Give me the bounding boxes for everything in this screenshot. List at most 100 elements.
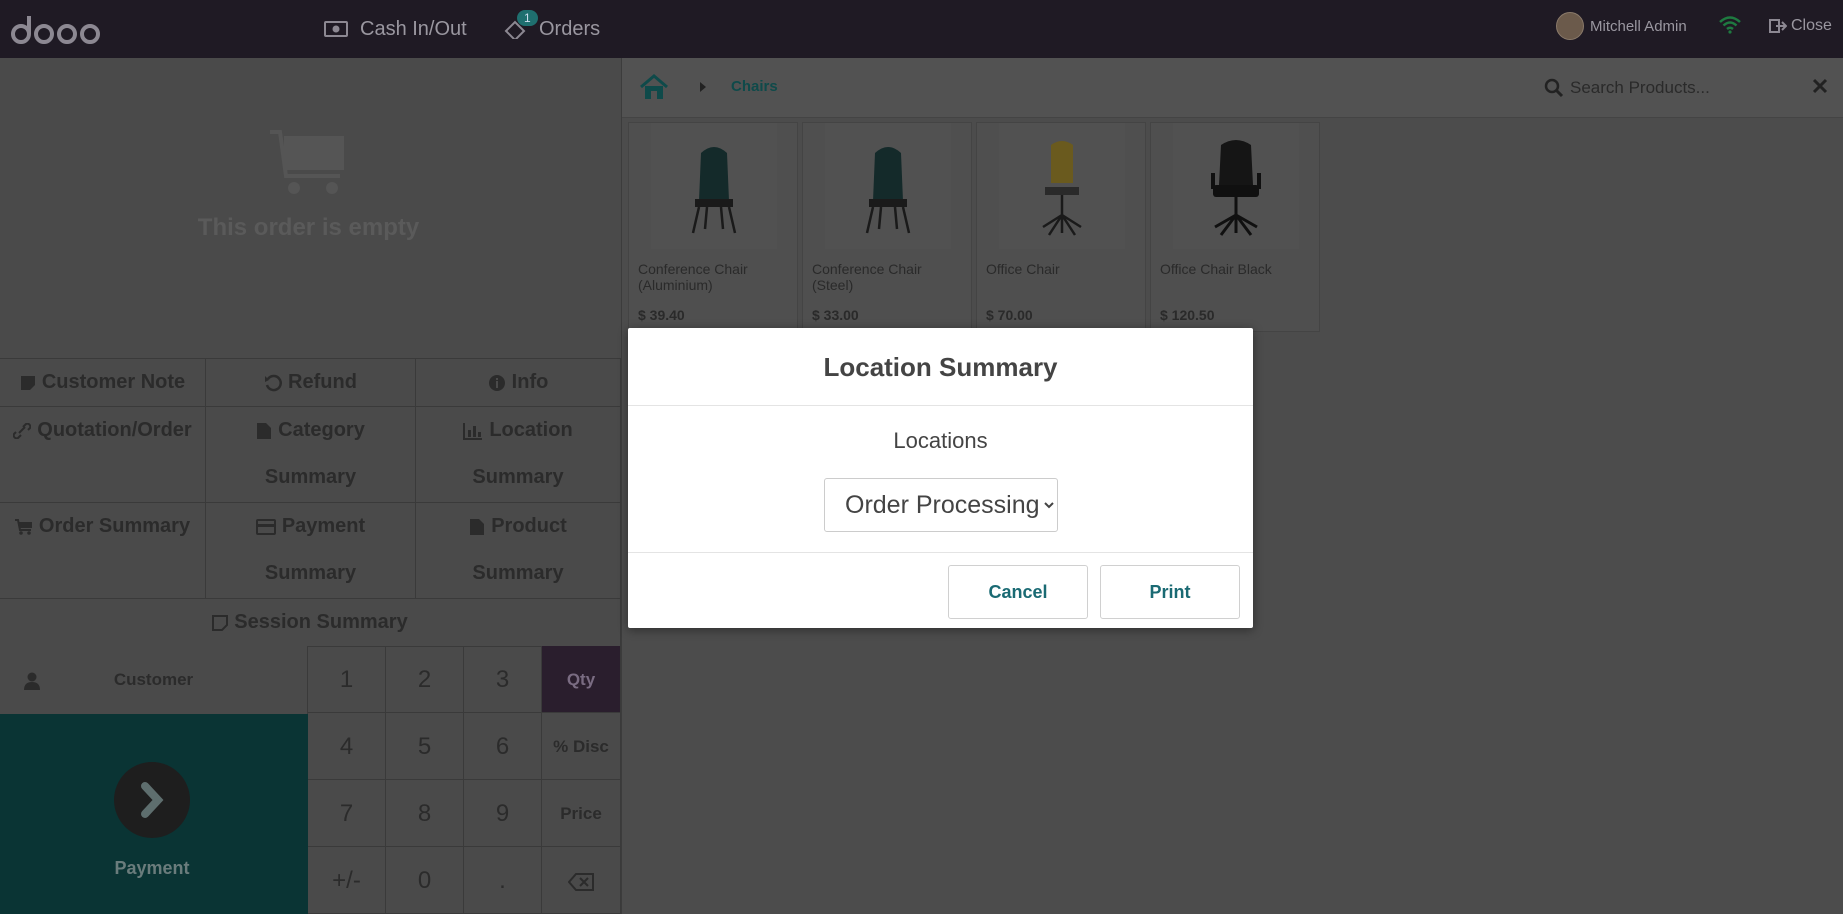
- payment-summary-label: Payment: [281, 515, 366, 537]
- cash-in-out-button[interactable]: Cash In/Out: [324, 0, 467, 58]
- product-price: $ 70.00: [986, 307, 1033, 323]
- location-select[interactable]: Order Processing: [824, 478, 1058, 532]
- cart-icon: [14, 518, 32, 535]
- product-image: [825, 123, 951, 249]
- link-icon: [12, 422, 32, 439]
- print-button[interactable]: Print: [1100, 565, 1240, 619]
- customer-note-button[interactable]: Customer Note: [0, 359, 206, 407]
- chair-image: [1211, 140, 1261, 236]
- file-icon: [470, 518, 485, 535]
- category-summary-label-2: Summary: [264, 466, 357, 488]
- location-summary-label-2: Summary: [472, 466, 564, 488]
- location-summary-button[interactable]: Location Summary: [416, 407, 621, 503]
- chair-image: [865, 147, 911, 234]
- info-icon: [488, 374, 505, 391]
- avatar: [1556, 12, 1584, 40]
- shopping-cart-icon: [270, 130, 344, 194]
- numpad-key-6[interactable]: 6: [464, 713, 542, 780]
- backspace-icon: [567, 872, 594, 891]
- odoo-logo: [11, 16, 100, 44]
- sign-out-icon: [1769, 19, 1787, 33]
- product-summary-button[interactable]: Product Summary: [416, 503, 621, 599]
- wifi-icon: [1719, 16, 1741, 34]
- location-summary-dialog: Location Summary Locations Order Process…: [628, 328, 1253, 628]
- numpad-key-9[interactable]: 9: [464, 780, 542, 847]
- product-card[interactable]: Office Chair $ 70.00: [976, 122, 1146, 332]
- cancel-button[interactable]: Cancel: [948, 565, 1088, 619]
- bar-chart-icon: [463, 422, 483, 440]
- session-summary-label: Session Summary: [234, 611, 408, 633]
- customer-button[interactable]: Customer: [0, 646, 308, 714]
- payment-button[interactable]: Payment: [0, 714, 308, 914]
- cash-in-out-label: Cash In/Out: [360, 17, 467, 40]
- breadcrumb-category-chairs[interactable]: Chairs: [731, 78, 778, 95]
- top-navbar: Cash In/Out 1 Orders Mitchell Admin Clos…: [0, 0, 1843, 58]
- payment-circle: [114, 762, 190, 838]
- product-name: Office Chair: [986, 261, 1060, 277]
- numpad-key-0[interactable]: 0: [386, 847, 464, 914]
- chair-image: [1042, 141, 1082, 236]
- product-summary-label: Product: [491, 515, 567, 537]
- note-icon: [20, 375, 35, 390]
- numpad-key-plus-minus[interactable]: +/-: [308, 847, 386, 914]
- orders-button[interactable]: 1 Orders: [503, 0, 600, 58]
- product-image: [999, 123, 1125, 249]
- quotation-order-label: Quotation/Order: [37, 419, 192, 441]
- refund-label: Refund: [288, 371, 357, 393]
- chevron-right-icon: [141, 782, 164, 818]
- product-card[interactable]: Conference Chair (Steel) $ 33.00: [802, 122, 972, 332]
- session-summary-button[interactable]: Session Summary: [0, 599, 621, 647]
- control-buttons: Customer Note Refund Info Quotation/Orde…: [0, 358, 621, 647]
- product-image: [1173, 123, 1299, 249]
- numpad-key-decimal[interactable]: .: [464, 847, 542, 914]
- order-empty-area: This order is empty: [0, 58, 621, 358]
- numpad-key-7[interactable]: 7: [308, 780, 386, 847]
- order-panel: This order is empty Customer Note Refund…: [0, 58, 621, 914]
- numpad-key-8[interactable]: 8: [386, 780, 464, 847]
- mode-qty-button[interactable]: Qty: [542, 646, 621, 713]
- mode-price-button[interactable]: Price: [542, 780, 621, 847]
- numpad-key-3[interactable]: 3: [464, 646, 542, 713]
- numpad-key-4[interactable]: 4: [308, 713, 386, 780]
- numpad-key-5[interactable]: 5: [386, 713, 464, 780]
- category-summary-button[interactable]: Category Summary: [206, 407, 416, 503]
- sticky-note-icon: [212, 614, 229, 631]
- home-icon[interactable]: [639, 74, 669, 100]
- payment-summary-button[interactable]: Payment Summary: [206, 503, 416, 599]
- info-button[interactable]: Info: [416, 359, 621, 407]
- info-label: Info: [511, 371, 549, 393]
- product-name: Office Chair Black: [1160, 261, 1272, 277]
- chair-image: [691, 147, 737, 234]
- orders-label: Orders: [539, 17, 601, 40]
- order-summary-button[interactable]: Order Summary: [0, 503, 206, 599]
- refund-button[interactable]: Refund: [206, 359, 416, 407]
- product-card[interactable]: Conference Chair (Aluminium) $ 39.40: [628, 122, 798, 332]
- order-empty-text: This order is empty: [197, 214, 420, 241]
- product-card[interactable]: Office Chair Black $ 120.50: [1150, 122, 1320, 332]
- file-icon: [257, 422, 272, 439]
- user-menu[interactable]: Mitchell Admin: [1556, 0, 1687, 52]
- order-summary-label: Order Summary: [38, 515, 191, 537]
- quotation-order-button[interactable]: Quotation/Order: [0, 407, 206, 503]
- customer-label: Customer: [113, 670, 194, 689]
- numpad-key-2[interactable]: 2: [386, 646, 464, 713]
- customer-note-label: Customer Note: [41, 371, 186, 393]
- dialog-footer: Cancel Print: [628, 552, 1253, 628]
- category-summary-label: Category: [278, 419, 365, 441]
- user-name: Mitchell Admin: [1590, 17, 1687, 35]
- product-price: $ 120.50: [1160, 307, 1215, 323]
- search-products-input[interactable]: [1570, 70, 1770, 106]
- close-session-button[interactable]: Close: [1769, 0, 1832, 52]
- breadcrumb: Chairs: [622, 58, 1843, 118]
- close-icon[interactable]: [1812, 78, 1828, 94]
- payment-summary-label-2: Summary: [264, 562, 357, 584]
- mode-discount-button[interactable]: % Disc: [542, 713, 621, 780]
- product-image: [651, 123, 777, 249]
- close-label: Close: [1791, 17, 1832, 34]
- numpad-area: Customer Payment 1 2 3 Qty 4 5 6 % Disc …: [0, 646, 621, 914]
- numpad-key-1[interactable]: 1: [308, 646, 386, 713]
- locations-label: Locations: [893, 428, 988, 453]
- location-summary-label: Location: [489, 419, 573, 441]
- user-icon: [24, 672, 40, 690]
- numpad-backspace-button[interactable]: [542, 847, 621, 914]
